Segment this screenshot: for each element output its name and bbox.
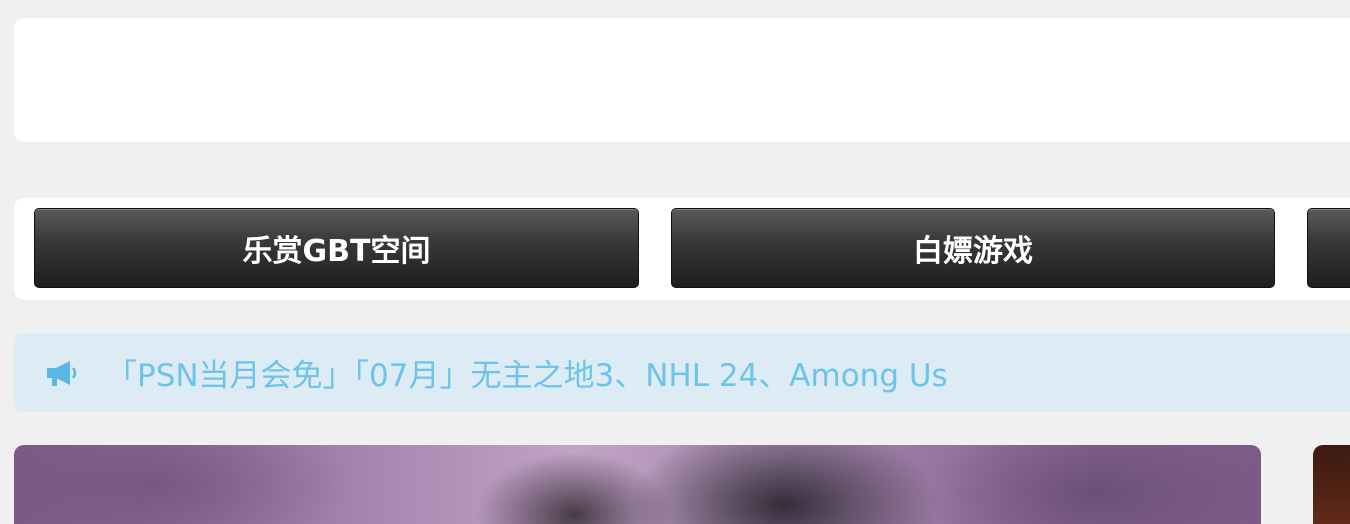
announcement-bar[interactable]: 「PSN当月会免」「07月」无主之地3、NHL 24、Among Us	[14, 333, 1350, 412]
megaphone-icon	[44, 358, 78, 388]
nav-button-free-games[interactable]: 白嫖游戏	[671, 208, 1275, 288]
announcement-text[interactable]: 「PSN当月会免」「07月」无主之地3、NHL 24、Among Us	[106, 350, 948, 395]
featured-game-card-image[interactable]	[14, 445, 1261, 524]
top-banner-panel	[14, 18, 1350, 142]
featured-game-card-image-2[interactable]	[1313, 445, 1350, 524]
nav-button-label: 白嫖游戏	[913, 234, 1033, 269]
nav-button-strip: 乐赏GBT空间 白嫖游戏	[14, 198, 1350, 300]
page: 乐赏GBT空间 白嫖游戏 「PSN当月会免」「07月」无主之地3、NHL 24、…	[0, 0, 1350, 524]
nav-button-legbt-space[interactable]: 乐赏GBT空间	[34, 208, 639, 288]
nav-button-third[interactable]	[1307, 208, 1350, 288]
nav-button-label: 乐赏GBT空间	[242, 234, 431, 269]
